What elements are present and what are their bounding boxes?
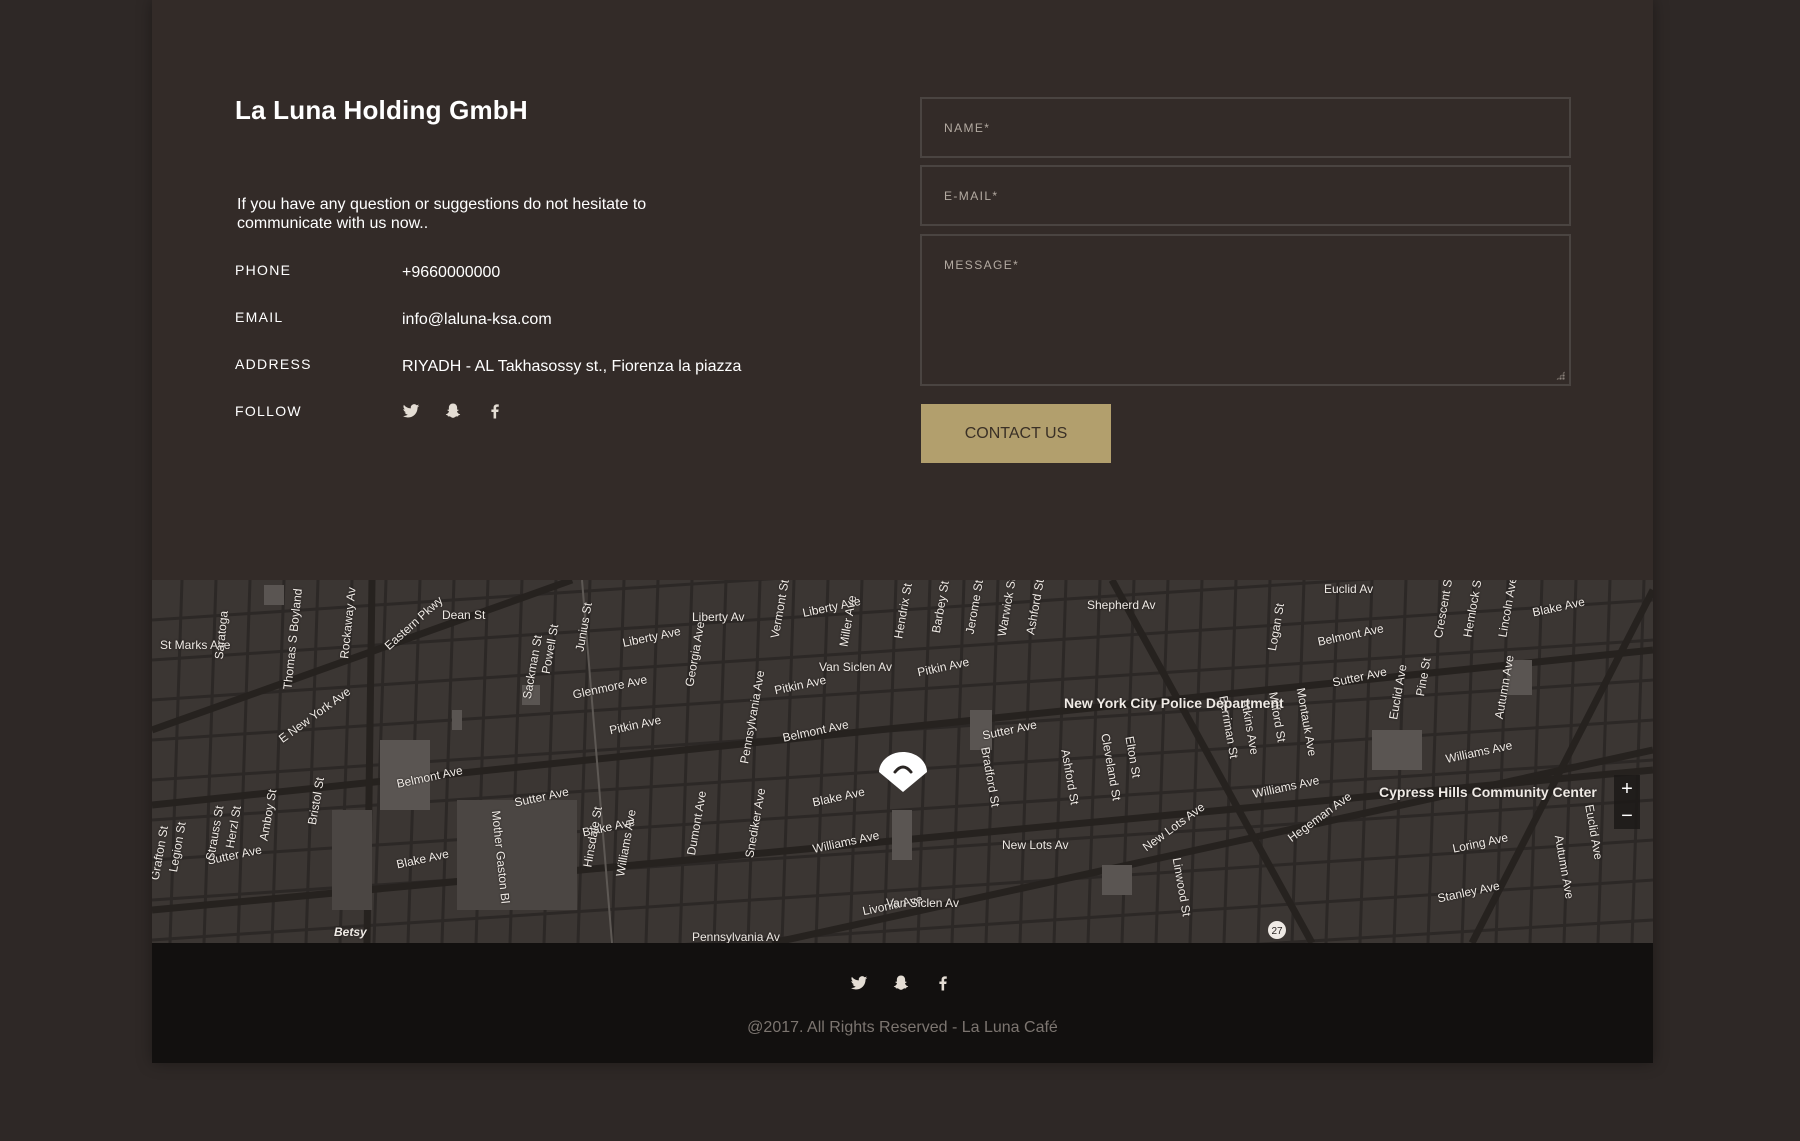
- email-input[interactable]: [922, 167, 1569, 224]
- name-field[interactable]: [920, 97, 1571, 158]
- phone-row: PHONE +9660000000: [235, 262, 935, 286]
- facebook-icon[interactable]: [486, 402, 504, 420]
- email-row: EMAIL info@laluna-ksa.com: [235, 309, 935, 333]
- email-label: EMAIL: [235, 309, 284, 325]
- phone-value[interactable]: +9660000000: [402, 264, 500, 282]
- contact-us-button[interactable]: CONTACT US: [921, 404, 1111, 463]
- email-value[interactable]: info@laluna-ksa.com: [402, 311, 552, 329]
- twitter-icon[interactable]: [850, 974, 868, 992]
- copyright-text: @2017. All Rights Reserved - La Luna Caf…: [747, 1019, 1058, 1036]
- map-street-label: New Lots Av: [1002, 838, 1069, 852]
- address-value: RIYADH - AL Takhasossy st., Fiorenza la …: [402, 358, 742, 375]
- map-zoom-controls: + −: [1614, 775, 1640, 829]
- follow-label: FOLLOW: [235, 403, 302, 419]
- name-input[interactable]: [922, 99, 1569, 156]
- poi-community-center[interactable]: Cypress Hills Community Center: [1379, 785, 1597, 800]
- map-street-label: Betsy: [334, 925, 367, 939]
- company-name: La Luna Holding GmbH: [235, 95, 528, 125]
- poi-police-department[interactable]: New York City Police Department: [1064, 696, 1284, 711]
- contact-page-card: La Luna Holding GmbH If you have any que…: [152, 0, 1653, 1063]
- contact-intro-text: If you have any question or suggestions …: [237, 196, 647, 232]
- snapchat-icon[interactable]: [892, 974, 910, 992]
- footer-social-links: [850, 974, 952, 992]
- message-field[interactable]: [920, 234, 1571, 386]
- address-row: ADDRESS RIYADH - AL Takhasossy st., Fior…: [235, 356, 935, 380]
- email-field[interactable]: [920, 165, 1571, 226]
- map-street-label: Dean St: [442, 608, 486, 622]
- contact-section: La Luna Holding GmbH If you have any que…: [152, 0, 1653, 580]
- map-street-label: Van Siclen Av: [819, 660, 892, 674]
- page-footer: @2017. All Rights Reserved - La Luna Caf…: [152, 943, 1653, 1063]
- map-street-label: Euclid Av: [1324, 582, 1374, 596]
- location-map[interactable]: 27 St Marks Ave Dean St Eastern Pkwy Lib…: [152, 580, 1653, 943]
- follow-social-links: [402, 402, 504, 420]
- map-street-label: Pennsylvania Av: [692, 930, 780, 943]
- follow-row: FOLLOW: [235, 403, 935, 427]
- address-label: ADDRESS: [235, 356, 312, 372]
- zoom-out-button[interactable]: −: [1614, 802, 1640, 829]
- map-street-label: Van Siclen Av: [886, 896, 959, 910]
- map-street-label: Shepherd Av: [1087, 598, 1156, 612]
- zoom-in-button[interactable]: +: [1614, 775, 1640, 802]
- twitter-icon[interactable]: [402, 402, 420, 420]
- route-badge: 27: [1271, 926, 1283, 937]
- location-pin-icon[interactable]: [875, 750, 931, 794]
- phone-label: PHONE: [235, 262, 292, 278]
- snapchat-icon[interactable]: [444, 402, 462, 420]
- facebook-icon[interactable]: [934, 974, 952, 992]
- message-textarea[interactable]: [922, 236, 1569, 384]
